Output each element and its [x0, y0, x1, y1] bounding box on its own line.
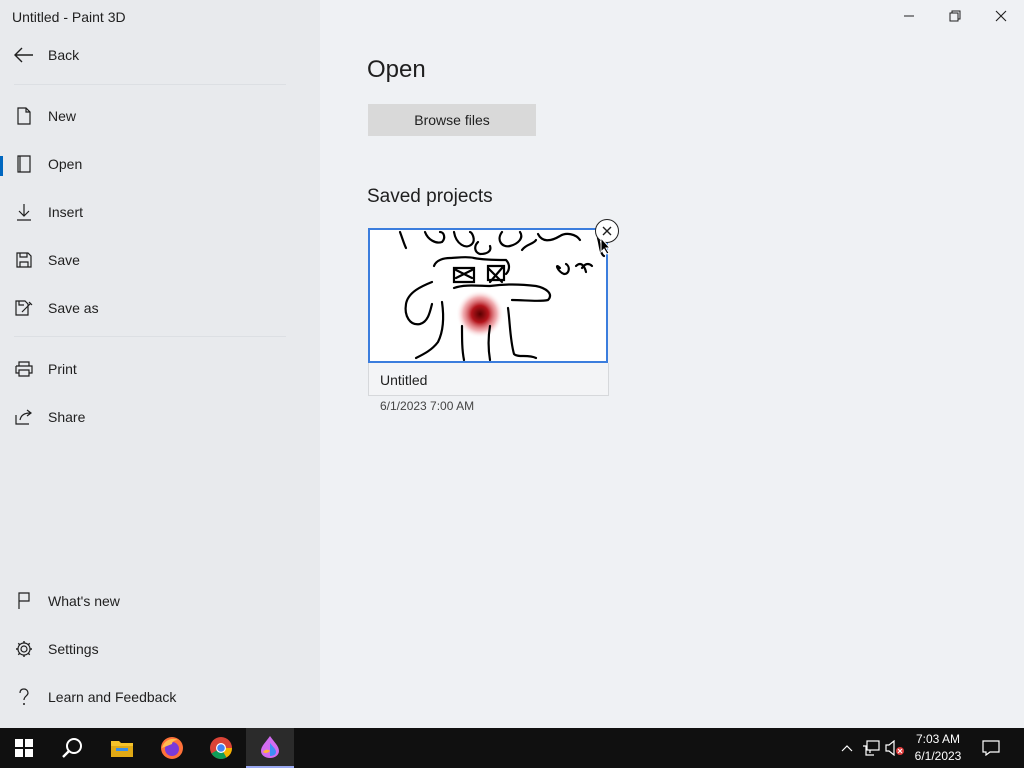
paint-3d-icon: [261, 736, 279, 758]
sidebar-item-insert[interactable]: Insert: [0, 192, 320, 232]
sidebar-item-label: New: [48, 108, 77, 124]
network-button[interactable]: [861, 728, 881, 768]
sidebar-item-label: Share: [48, 409, 86, 425]
windows-start-icon: [15, 739, 33, 757]
question-icon: [14, 687, 34, 707]
sidebar-item-label: Open: [48, 156, 83, 172]
sidebar: Untitled - Paint 3D Back New Open Insert…: [0, 0, 320, 728]
action-center-button[interactable]: [978, 728, 1004, 768]
taskbar-chrome[interactable]: [197, 728, 245, 768]
sidebar-item-settings[interactable]: Settings: [0, 629, 320, 669]
notification-icon: [982, 740, 1000, 756]
clock-time: 7:03 AM: [915, 732, 961, 746]
saved-projects-heading: Saved projects: [367, 186, 493, 207]
back-label: Back: [48, 47, 80, 63]
sidebar-item-label: Insert: [48, 204, 84, 220]
sidebar-item-label: Settings: [48, 641, 99, 657]
taskbar-clock[interactable]: 7:03 AM 6/1/2023: [906, 731, 970, 765]
project-label[interactable]: Untitled: [368, 363, 609, 396]
sidebar-item-learn-feedback[interactable]: Learn and Feedback: [0, 677, 320, 717]
close-button[interactable]: [978, 0, 1024, 32]
sidebar-item-whats-new[interactable]: What's new: [0, 581, 320, 621]
sidebar-item-save-as[interactable]: Save as: [0, 288, 320, 328]
back-arrow-icon: [14, 45, 34, 65]
sidebar-divider: [14, 84, 286, 85]
taskbar-file-explorer[interactable]: [98, 728, 146, 768]
project-thumbnail[interactable]: [368, 228, 608, 363]
gear-icon: [14, 639, 34, 659]
taskbar-search-button[interactable]: [48, 728, 96, 768]
network-icon: [863, 740, 880, 756]
project-name: Untitled: [380, 372, 428, 388]
insert-icon: [14, 202, 34, 222]
sidebar-item-label: Save: [48, 252, 80, 268]
start-button[interactable]: [0, 728, 48, 768]
file-explorer-icon: [111, 741, 133, 757]
browse-files-button[interactable]: Browse files: [368, 104, 536, 136]
chevron-up-icon: [841, 745, 853, 752]
close-icon: [995, 10, 1007, 22]
project-date: 6/1/2023 7:00 AM: [380, 399, 475, 413]
print-icon: [14, 359, 34, 379]
minimize-button[interactable]: [886, 0, 932, 32]
sidebar-item-print[interactable]: Print: [0, 349, 320, 389]
firefox-icon: [161, 737, 183, 759]
clock-date: 6/1/2023: [914, 749, 962, 763]
volume-button[interactable]: [885, 728, 905, 768]
show-hidden-icons-button[interactable]: [838, 728, 856, 768]
sidebar-item-label: Print: [48, 361, 77, 377]
flag-icon: [14, 591, 34, 611]
sidebar-item-label: Save as: [48, 300, 99, 316]
restore-icon: [949, 10, 961, 22]
project-card[interactable]: Untitled: [368, 228, 609, 396]
mouse-cursor: [600, 236, 612, 260]
sidebar-item-new[interactable]: New: [0, 96, 320, 136]
taskbar: 7:03 AM 6/1/2023: [0, 728, 1024, 768]
sidebar-item-label: What's new: [48, 593, 120, 609]
sidebar-item-save[interactable]: Save: [0, 240, 320, 280]
restore-button[interactable]: [932, 0, 978, 32]
open-icon: [14, 154, 34, 174]
back-button[interactable]: Back: [0, 35, 320, 75]
search-icon: [62, 738, 82, 758]
sidebar-divider: [14, 336, 286, 337]
new-file-icon: [14, 106, 34, 126]
minimize-icon: [904, 15, 914, 17]
window-title: Untitled - Paint 3D: [12, 9, 126, 25]
save-as-icon: [14, 298, 34, 318]
chrome-icon: [210, 737, 232, 759]
close-circle-icon: [602, 226, 612, 236]
volume-muted-icon: [885, 740, 904, 756]
sidebar-item-open[interactable]: Open: [0, 144, 320, 184]
taskbar-firefox[interactable]: [148, 728, 196, 768]
taskbar-paint-3d[interactable]: [246, 728, 294, 768]
sidebar-item-share[interactable]: Share: [0, 397, 320, 437]
save-icon: [14, 250, 34, 270]
sidebar-item-label: Learn and Feedback: [48, 689, 177, 705]
page-title: Open: [367, 56, 426, 83]
share-icon: [14, 407, 34, 427]
